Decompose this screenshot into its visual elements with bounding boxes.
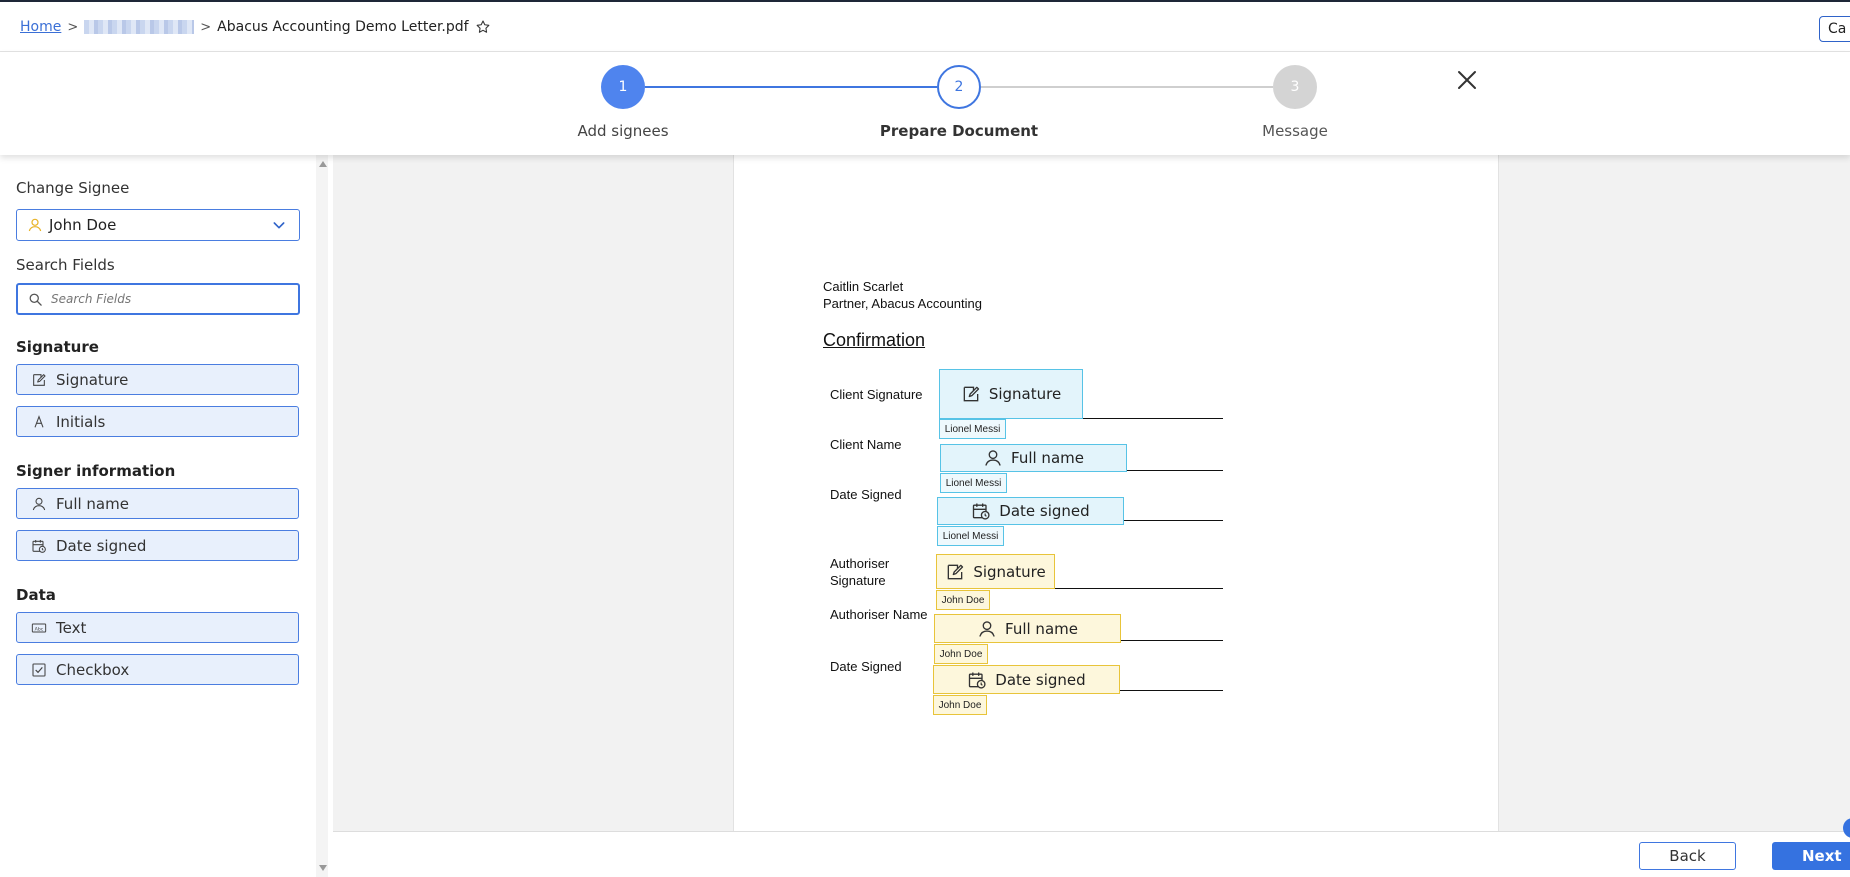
breadcrumb: Home > > Abacus Accounting Demo Letter.p… xyxy=(20,19,491,35)
placed-authoriser-signature-field[interactable]: Signature xyxy=(936,554,1055,589)
calendar-clock-icon xyxy=(969,672,986,689)
chevron-down-icon[interactable] xyxy=(271,217,287,233)
breadcrumb-file-title: Abacus Accounting Demo Letter.pdf xyxy=(217,19,469,35)
placed-authoriser-full-name-label: Full name xyxy=(1005,619,1078,638)
field-signature-label: Signature xyxy=(56,370,129,389)
placed-client-full-name-field[interactable]: Full name xyxy=(940,444,1127,472)
author-name: Caitlin Scarlet xyxy=(823,279,904,294)
step-2-number: 2 xyxy=(954,79,964,95)
label-date-signed-authoriser: Date Signed xyxy=(830,659,902,674)
user-icon xyxy=(28,218,42,232)
author-title: Partner, Abacus Accounting xyxy=(823,296,982,311)
field-full-name-label: Full name xyxy=(56,494,129,513)
field-initials-button[interactable]: Initials xyxy=(16,406,299,437)
app-header: Home > > Abacus Accounting Demo Letter.p… xyxy=(0,2,1850,52)
breadcrumb-redacted-folder[interactable] xyxy=(84,20,195,34)
placed-authoriser-date-field[interactable]: Date signed xyxy=(933,665,1120,694)
step-1-circle[interactable]: 1 xyxy=(601,65,645,109)
section-signer-info-heading: Signer information xyxy=(16,462,176,480)
signature-icon xyxy=(33,373,46,386)
star-icon[interactable] xyxy=(475,19,491,35)
signee-selected-value: John Doe xyxy=(49,216,117,234)
placed-client-date-field[interactable]: Date signed xyxy=(937,497,1124,525)
stepper-line-complete xyxy=(645,86,937,88)
field-text-label: Text xyxy=(56,618,87,637)
stepper-line-pending xyxy=(981,86,1273,88)
step-3-label: Message xyxy=(1262,122,1328,140)
placed-client-signature-field[interactable]: Signature xyxy=(939,369,1083,419)
step-1-number: 1 xyxy=(618,79,628,95)
signature-icon xyxy=(963,386,979,402)
close-icon[interactable] xyxy=(1455,68,1479,92)
search-fields-label: Search Fields xyxy=(16,256,115,274)
change-signee-label: Change Signee xyxy=(16,179,130,197)
footer-bar: Back Next xyxy=(333,831,1850,877)
signee-tag-authoriser: John Doe xyxy=(934,644,988,664)
back-button[interactable]: Back xyxy=(1639,842,1736,870)
signee-select[interactable]: John Doe xyxy=(16,209,300,241)
text-field-icon: Abc xyxy=(31,623,47,632)
label-authoriser-line1: Authoriser xyxy=(830,556,890,571)
signee-tag-authoriser: John Doe xyxy=(933,695,987,715)
progress-stepper: 1 2 3 Add signees Prepare Document Messa… xyxy=(0,52,1850,155)
next-button[interactable]: Next xyxy=(1772,842,1850,870)
field-checkbox-label: Checkbox xyxy=(56,660,130,679)
label-date-signed-client: Date Signed xyxy=(830,487,902,502)
section-data-heading: Data xyxy=(16,586,56,604)
search-icon xyxy=(29,293,42,306)
step-2-circle[interactable]: 2 xyxy=(937,65,981,109)
signature-icon xyxy=(947,564,964,579)
field-date-signed-label: Date signed xyxy=(56,536,147,555)
label-client-signature: Client Signature xyxy=(830,387,923,402)
field-text-button[interactable]: Abc Text xyxy=(16,612,299,643)
placed-client-signature-label: Signature xyxy=(988,385,1062,403)
checkbox-icon xyxy=(32,662,46,677)
placed-authoriser-date-label: Date signed xyxy=(995,670,1086,689)
sidebar-scrollbar[interactable] xyxy=(316,155,328,877)
document-canvas: Caitlin Scarlet Partner, Abacus Accounti… xyxy=(333,155,1850,831)
label-authoriser-line2: Signature xyxy=(830,573,886,588)
search-box xyxy=(16,283,300,315)
calendar-clock-icon xyxy=(973,503,990,520)
top-right-button[interactable]: Ca xyxy=(1819,16,1850,42)
step-2-label: Prepare Document xyxy=(879,122,1039,140)
signee-tag-client: Lionel Messi xyxy=(940,473,1007,493)
placed-authoriser-signature-label: Signature xyxy=(973,562,1046,581)
person-icon xyxy=(32,497,46,510)
field-signature-button[interactable]: Signature xyxy=(16,364,299,395)
signee-tag-authoriser: John Doe xyxy=(936,590,990,610)
scroll-down-icon[interactable] xyxy=(319,865,327,871)
svg-text:Abc: Abc xyxy=(35,626,44,632)
field-date-signed-button[interactable]: Date signed xyxy=(16,530,299,561)
breadcrumb-separator-icon: > xyxy=(200,19,212,35)
field-sidebar: Change Signee John Doe Search Fields Sig… xyxy=(0,155,318,877)
label-client-name: Client Name xyxy=(830,437,902,452)
signee-tag-client: Lionel Messi xyxy=(939,419,1006,439)
breadcrumb-home-link[interactable]: Home xyxy=(20,19,61,35)
signee-tag-client: Lionel Messi xyxy=(937,526,1004,546)
field-checkbox-button[interactable]: Checkbox xyxy=(16,654,299,685)
field-full-name-button[interactable]: Full name xyxy=(16,488,299,519)
step-3-circle[interactable]: 3 xyxy=(1273,65,1317,109)
scroll-up-icon[interactable] xyxy=(319,161,327,167)
person-icon xyxy=(979,620,995,637)
placed-client-full-name-label: Full name xyxy=(1011,449,1084,467)
breadcrumb-separator-icon: > xyxy=(67,19,79,35)
field-initials-label: Initials xyxy=(56,412,106,431)
step-1-label: Add signees xyxy=(577,122,669,140)
document-page: Caitlin Scarlet Partner, Abacus Accounti… xyxy=(733,155,1499,831)
calendar-clock-icon xyxy=(32,539,46,553)
initials-icon xyxy=(34,414,44,428)
placed-authoriser-full-name-field[interactable]: Full name xyxy=(934,614,1121,643)
section-signature-heading: Signature xyxy=(16,338,99,356)
label-authoriser-name: Authoriser Name xyxy=(830,607,928,622)
placed-client-date-label: Date signed xyxy=(999,502,1090,520)
step-3-number: 3 xyxy=(1290,79,1300,95)
person-icon xyxy=(985,450,1001,466)
document-heading: Confirmation xyxy=(823,330,926,350)
search-input[interactable] xyxy=(51,292,271,306)
